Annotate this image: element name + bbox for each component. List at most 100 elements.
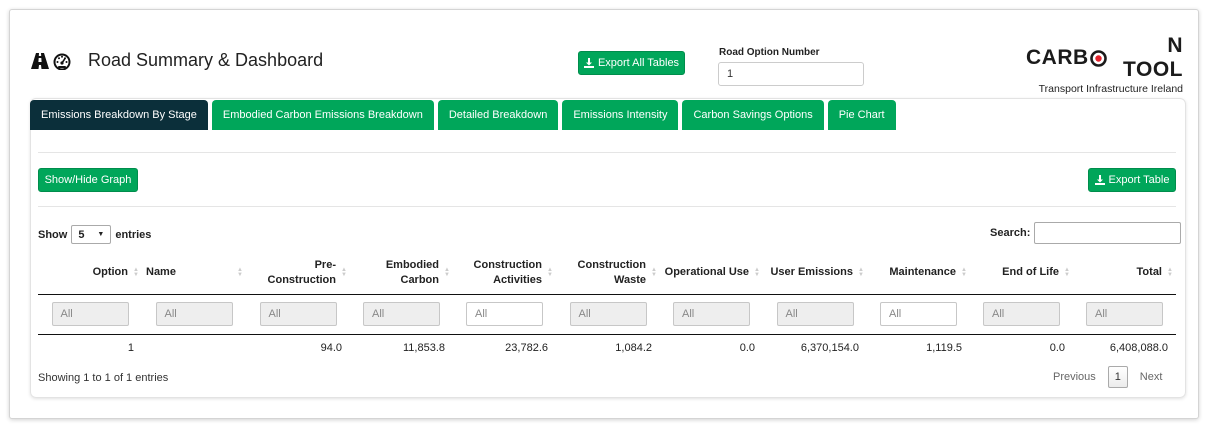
table-info: Showing 1 to 1 of 1 entries bbox=[38, 372, 169, 384]
divider bbox=[38, 152, 1176, 153]
road-icon bbox=[30, 53, 50, 69]
caret-down-icon: ▼ bbox=[97, 231, 105, 238]
filter-cell: All bbox=[453, 294, 556, 335]
column-header[interactable]: User Emissions ▲ ▼ bbox=[763, 252, 867, 295]
sort-icon: ▲ ▼ bbox=[1167, 266, 1173, 278]
column-header[interactable]: Maintenance ▲ ▼ bbox=[867, 252, 970, 295]
column-header-label: Name bbox=[146, 266, 176, 279]
sort-icon: ▲ ▼ bbox=[754, 266, 760, 278]
filter-cell: All bbox=[38, 294, 142, 335]
column-filter-input[interactable]: All bbox=[880, 302, 957, 326]
table-cell: 23,782.6 bbox=[505, 342, 548, 355]
divider bbox=[38, 206, 1176, 207]
tab-embodied-carbon-emissions-breakdown[interactable]: Embodied Carbon Emissions Breakdown bbox=[211, 100, 434, 130]
filter-cell: All bbox=[867, 294, 970, 335]
current-page-button[interactable]: 1 bbox=[1107, 366, 1128, 388]
sort-icon: ▲ ▼ bbox=[1064, 266, 1070, 278]
power-o-icon bbox=[1089, 49, 1107, 67]
table-cell bbox=[142, 334, 246, 362]
column-header-label: Embodied Carbon bbox=[385, 258, 439, 286]
column-header-label: Option bbox=[92, 266, 128, 279]
previous-page-button[interactable]: Previous bbox=[1047, 367, 1102, 387]
column-filter-input[interactable]: All bbox=[466, 302, 543, 326]
export-all-label: Export All Tables bbox=[597, 57, 680, 69]
sort-icon: ▲ ▼ bbox=[133, 266, 139, 278]
tab-bar: Emissions Breakdown By Stage Embodied Ca… bbox=[30, 100, 896, 130]
road-option-label: Road Option Number bbox=[719, 47, 820, 58]
table-cell: 0.0 bbox=[739, 342, 755, 355]
brand-title: CARB N TOOL bbox=[1026, 34, 1183, 82]
sort-icon: ▲ ▼ bbox=[444, 266, 450, 278]
sort-icon: ▲ ▼ bbox=[547, 266, 553, 278]
column-header[interactable]: Option ▲ ▼ bbox=[38, 252, 142, 295]
search-input[interactable] bbox=[1034, 222, 1182, 244]
tab-pie-chart[interactable]: Pie Chart bbox=[827, 100, 896, 130]
export-all-tables-button[interactable]: Export All Tables bbox=[578, 51, 685, 75]
road-option-input[interactable] bbox=[718, 62, 864, 86]
entries-select-value: 5 bbox=[78, 228, 85, 241]
tab-emissions-intensity[interactable]: Emissions Intensity bbox=[562, 100, 679, 130]
column-header[interactable]: Total ▲ ▼ bbox=[1073, 252, 1176, 295]
column-header-label: End of Life bbox=[1002, 266, 1059, 279]
show-label: Show bbox=[38, 228, 68, 241]
sort-icon: ▲ ▼ bbox=[651, 266, 657, 278]
pagination: Previous 1 Next bbox=[1047, 366, 1168, 388]
brand-title-prefix: CARB bbox=[1026, 46, 1089, 69]
download-icon bbox=[1094, 175, 1105, 185]
emissions-table: Option ▲ ▼ Name ▲ ▼ Pre-Construction ▲ ▼ Embodied… bbox=[38, 252, 1176, 362]
sort-icon: ▲ ▼ bbox=[961, 266, 967, 278]
filter-cell: All bbox=[246, 294, 350, 335]
entries-label: entries bbox=[115, 228, 152, 241]
column-filter-input: All bbox=[569, 302, 647, 326]
filter-cell: All bbox=[660, 294, 763, 335]
export-table-button[interactable]: Export Table bbox=[1088, 168, 1176, 192]
show-hide-graph-button[interactable]: Show/Hide Graph bbox=[38, 168, 138, 192]
column-filter-input: All bbox=[155, 302, 233, 326]
column-header[interactable]: Construction Activities ▲ ▼ bbox=[453, 252, 556, 295]
filter-cell: All bbox=[763, 294, 867, 335]
table-cell: 1,119.5 bbox=[926, 342, 962, 355]
tab-detailed-breakdown[interactable]: Detailed Breakdown bbox=[437, 100, 559, 130]
column-filter-input: All bbox=[673, 302, 750, 326]
column-header-label: Construction Activities bbox=[473, 258, 542, 286]
filter-cell: All bbox=[142, 294, 246, 335]
column-filter-input: All bbox=[1086, 302, 1163, 326]
column-header-label: User Emissions bbox=[770, 266, 853, 279]
tab-emissions-breakdown-by-stage[interactable]: Emissions Breakdown By Stage bbox=[30, 100, 208, 130]
column-filter-input: All bbox=[983, 302, 1060, 326]
next-page-button[interactable]: Next bbox=[1134, 367, 1169, 387]
app-icons bbox=[30, 52, 72, 70]
column-header[interactable]: Embodied Carbon ▲ ▼ bbox=[350, 252, 453, 295]
table-cell: 94.0 bbox=[320, 342, 342, 355]
search-label: Search: bbox=[990, 227, 1031, 239]
filter-cell: All bbox=[970, 294, 1073, 335]
column-filter-input: All bbox=[51, 302, 129, 326]
column-filter-input: All bbox=[259, 302, 337, 326]
tab-carbon-savings-options[interactable]: Carbon Savings Options bbox=[682, 100, 824, 130]
table-cell: 0.0 bbox=[1049, 342, 1065, 355]
table-cell: 1,084.2 bbox=[615, 342, 652, 355]
column-header-label: Maintenance bbox=[889, 266, 956, 279]
filter-cell: All bbox=[1073, 294, 1176, 335]
column-header[interactable]: End of Life ▲ ▼ bbox=[970, 252, 1073, 295]
column-header[interactable]: Name ▲ ▼ bbox=[142, 252, 246, 295]
sort-icon: ▲ ▼ bbox=[237, 266, 243, 278]
entries-select[interactable]: 5 ▼ bbox=[71, 225, 112, 244]
download-icon bbox=[583, 58, 594, 68]
tachometer-icon bbox=[52, 52, 72, 70]
brand-subtitle: Transport Infrastructure Ireland bbox=[1038, 83, 1183, 95]
sort-icon: ▲ ▼ bbox=[858, 266, 864, 278]
column-header[interactable]: Operational Use ▲ ▼ bbox=[660, 252, 763, 295]
column-header-label: Operational Use bbox=[664, 266, 749, 279]
table-search: Search: bbox=[990, 222, 1182, 244]
filter-cell: All bbox=[350, 294, 453, 335]
table-cell: 6,408,088.0 bbox=[1109, 342, 1168, 355]
export-table-label: Export Table bbox=[1108, 174, 1170, 186]
table-row: 1 94.0 11,853.8 23,782.6 1,084.2 0.0 6,370,154… bbox=[38, 334, 1176, 362]
column-header-label: Construction Waste bbox=[577, 258, 646, 286]
column-header[interactable]: Pre-Construction ▲ ▼ bbox=[246, 252, 350, 295]
filter-cell: All bbox=[556, 294, 660, 335]
sort-icon: ▲ ▼ bbox=[341, 266, 347, 278]
brand-logo: CARB N TOOL Transport Infrastructure Ire… bbox=[1026, 34, 1183, 95]
column-header[interactable]: Construction Waste ▲ ▼ bbox=[556, 252, 660, 295]
